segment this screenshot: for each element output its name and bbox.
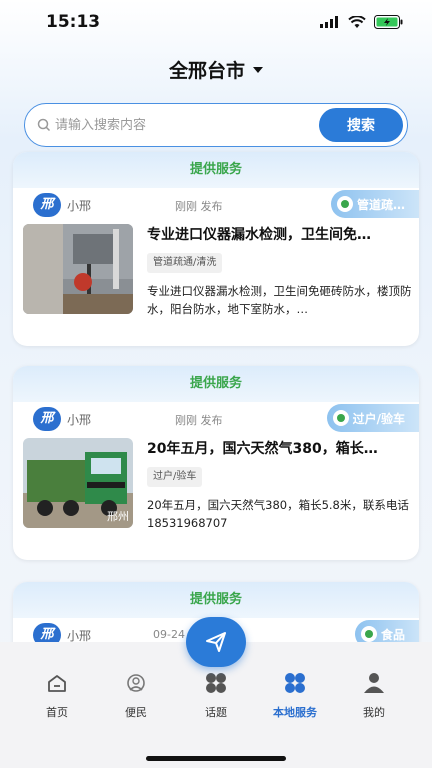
tab-convenience[interactable]: 便民 bbox=[106, 670, 166, 720]
service-chip: 管道疏通/清洗 bbox=[147, 253, 223, 273]
post-description: 20年五月，国六天然气380，箱长5.8米，联系电话18531968707 bbox=[147, 498, 409, 530]
poster-info: 邢 小邢 bbox=[33, 406, 91, 432]
home-indicator[interactable] bbox=[146, 756, 286, 761]
search-button[interactable]: 搜索 bbox=[319, 108, 403, 142]
tab-label: 本地服务 bbox=[273, 706, 317, 719]
search-icon bbox=[37, 118, 51, 132]
post-time: 刚刚 发布 bbox=[175, 414, 223, 427]
avatar: 邢 bbox=[33, 407, 61, 431]
post-thumbnail[interactable]: 邢州 bbox=[23, 438, 133, 528]
tab-label: 我的 bbox=[363, 706, 385, 719]
topics-icon bbox=[206, 673, 226, 693]
tab-profile[interactable]: 我的 bbox=[344, 670, 404, 720]
category-tag[interactable]: 过户/验车 bbox=[326, 404, 419, 432]
thumbnail-caption: 邢州 bbox=[107, 510, 129, 523]
city-name: 全邢台市 bbox=[168, 60, 245, 82]
post-card[interactable]: 提供服务 邢 小邢 刚刚 发布 管道疏… 专业进口仪器漏水检测，卫生间免… 管道… bbox=[13, 152, 419, 346]
tab-label: 便民 bbox=[125, 706, 147, 719]
battery-charging-icon bbox=[374, 15, 403, 29]
category-label: 过户/验车 bbox=[352, 411, 405, 426]
local-services-icon bbox=[285, 673, 305, 693]
service-chip: 过户/验车 bbox=[147, 467, 203, 487]
tab-label: 首页 bbox=[46, 706, 68, 719]
search-input[interactable] bbox=[55, 114, 295, 136]
post-feed[interactable]: 提供服务 邢 小邢 刚刚 发布 管道疏… 专业进口仪器漏水检测，卫生间免… 管道… bbox=[0, 150, 432, 642]
card-banner: 提供服务 bbox=[13, 582, 419, 618]
search-bar: 搜索 bbox=[24, 103, 408, 147]
post-description: 专业进口仪器漏水检测，卫生间免砸砖防水，楼顶防水，阳台防水，地下室防水，… bbox=[147, 284, 412, 316]
card-banner: 提供服务 bbox=[13, 366, 419, 402]
category-label: 食品 bbox=[380, 627, 405, 642]
post-card[interactable]: 提供服务 邢 小邢 刚刚 发布 过户/验车 邢州 20年五月，国六天然气380，… bbox=[13, 366, 419, 560]
category-icon bbox=[336, 196, 353, 212]
avatar: 邢 bbox=[33, 193, 61, 217]
post-title: 20年五月，国六天然气380，箱长… bbox=[147, 441, 378, 457]
cellular-signal-icon bbox=[320, 16, 338, 28]
tab-home[interactable]: 首页 bbox=[27, 670, 87, 720]
poster-info: 邢 小邢 bbox=[33, 192, 91, 218]
status-icons bbox=[320, 15, 404, 29]
category-icon bbox=[332, 410, 349, 426]
poster-name: 小邢 bbox=[67, 412, 92, 427]
tab-topics[interactable]: 话题 bbox=[186, 670, 246, 720]
category-tag[interactable]: 管道疏… bbox=[330, 190, 419, 218]
tab-label: 话题 bbox=[205, 706, 227, 719]
poster-name: 小邢 bbox=[67, 198, 92, 213]
plumbing-photo-icon bbox=[23, 224, 133, 314]
tab-local-services[interactable]: 本地服务 bbox=[265, 670, 325, 720]
status-bar: 15:13 bbox=[0, 0, 432, 44]
poster-info: 邢 小邢 bbox=[33, 622, 91, 642]
paper-plane-icon bbox=[206, 632, 226, 652]
poster-name: 小邢 bbox=[67, 628, 92, 643]
post-time: 09-24 bbox=[153, 628, 185, 641]
category-icon bbox=[360, 626, 377, 642]
home-icon bbox=[48, 675, 66, 692]
card-banner: 提供服务 bbox=[13, 152, 419, 188]
convenience-icon bbox=[127, 674, 145, 692]
category-tag[interactable]: 食品 bbox=[354, 620, 419, 642]
category-label: 管道疏… bbox=[356, 197, 405, 212]
city-selector[interactable]: 全邢台市 bbox=[0, 56, 432, 83]
caret-down-icon bbox=[253, 66, 263, 73]
post-time: 刚刚 发布 bbox=[175, 200, 223, 213]
wifi-icon bbox=[348, 15, 366, 28]
status-time: 15:13 bbox=[46, 12, 101, 32]
avatar: 邢 bbox=[33, 623, 61, 642]
post-title: 专业进口仪器漏水检测，卫生间免… bbox=[147, 227, 371, 243]
profile-icon bbox=[364, 673, 384, 693]
post-thumbnail[interactable] bbox=[23, 224, 133, 314]
publish-button[interactable] bbox=[186, 617, 246, 667]
